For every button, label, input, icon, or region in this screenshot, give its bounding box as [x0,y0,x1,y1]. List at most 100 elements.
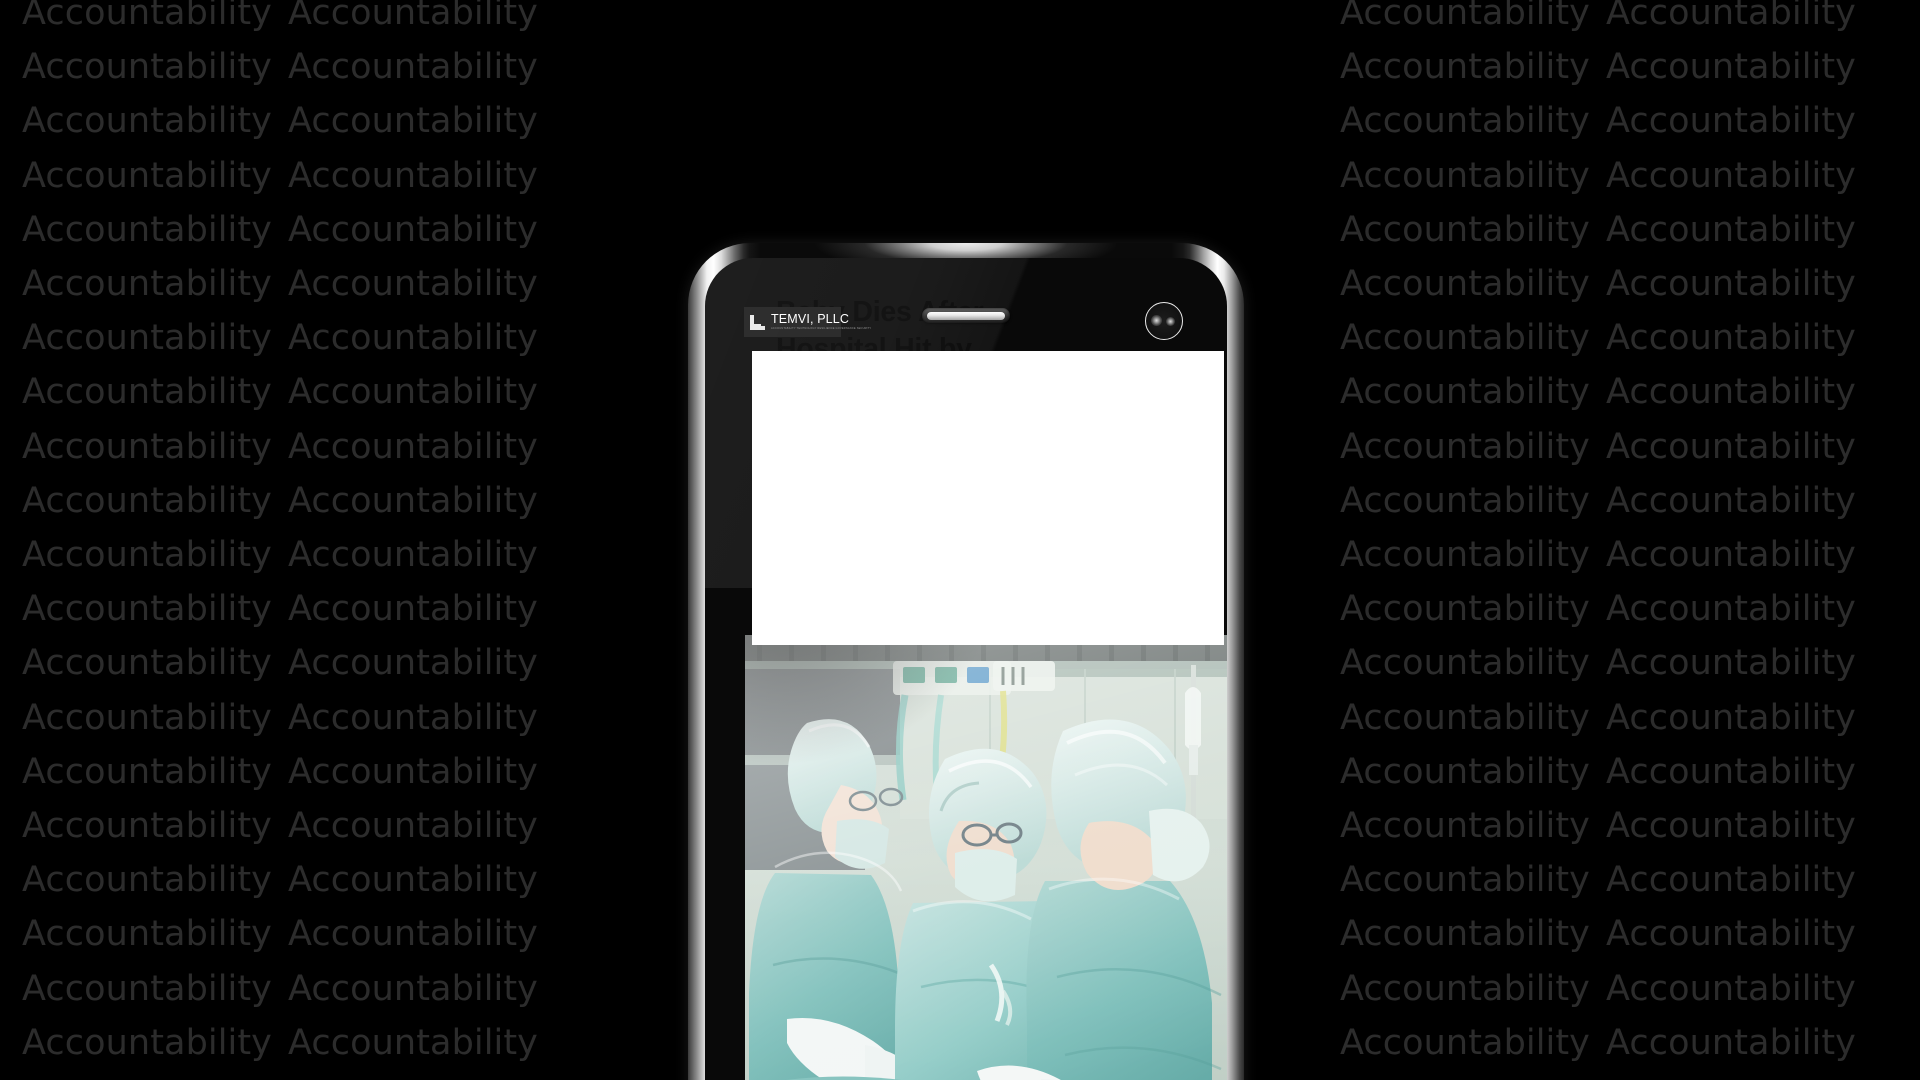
watermark-word: Accountability [288,480,538,521]
watermark-word: Accountability [1340,860,1590,901]
watermark-word: Accountability [22,155,272,196]
watermark-row: Accountability Accountability [1340,636,1872,690]
watermark-row: Accountability Accountability [22,691,554,745]
watermark-word: Accountability [288,264,538,305]
earpiece-speaker [922,308,1010,323]
phone-screen-glass: Baby Dies After Hospital Hit by Ransomwa… [705,258,1227,1080]
watermark-row: Accountability Accountability [22,962,554,1016]
watermark-row: Accountability Accountability [22,311,554,365]
watermark-word: Accountability [1606,426,1856,467]
watermark-word: Accountability [1606,0,1856,33]
watermark-word: Accountability [22,697,272,738]
watermark-row: Accountability Accountability [1340,420,1872,474]
watermark-row: Accountability Accountability [22,257,554,311]
watermark-word: Accountability [1606,372,1856,413]
watermark-word: Accountability [288,47,538,88]
watermark-word: Accountability [288,589,538,630]
watermark-word: Accountability [22,480,272,521]
watermark-row: Accountability Accountability [22,528,554,582]
temvi-logo-mark-icon [750,314,765,330]
watermark-word: Accountability [1340,47,1590,88]
watermark-row: Accountability Accountability [1340,203,1872,257]
watermark-word: Accountability [1606,480,1856,521]
watermark-word: Accountability [1340,101,1590,142]
watermark-row: Accountability Accountability [22,149,554,203]
watermark-word: Accountability [22,264,272,305]
watermark-word: Accountability [1340,643,1590,684]
watermark-word: Accountability [1340,589,1590,630]
watermark-column-left: Accountability Accountability Accountabili… [22,0,554,1070]
watermark-word: Accountability [1606,806,1856,847]
watermark-word: Accountability [288,318,538,359]
watermark-word: Accountability [1340,209,1590,250]
earpiece-speaker-inner [927,311,1005,320]
temvi-logo-text: TEMVI, PLLC ACCOUNTABILITY TECHNOLOGY RE… [771,313,871,331]
watermark-word: Accountability [288,209,538,250]
watermark-row: Accountability Accountability [1340,474,1872,528]
article-card [752,351,1224,645]
watermark-row: Accountability Accountability [22,582,554,636]
watermark-row: Accountability Accountability [22,94,554,148]
watermark-word: Accountability [1606,914,1856,955]
watermark-word: Accountability [22,535,272,576]
watermark-row: Accountability Accountability [1340,94,1872,148]
watermark-row: Accountability Accountability [1340,365,1872,419]
watermark-word: Accountability [1606,155,1856,196]
watermark-word: Accountability [288,968,538,1009]
watermark-word: Accountability [288,751,538,792]
watermark-word: Accountability [288,643,538,684]
watermark-word: Accountability [1606,318,1856,359]
watermark-row: Accountability Accountability [22,745,554,799]
watermark-word: Accountability [1340,318,1590,359]
watermark-word: Accountability [1606,47,1856,88]
watermark-word: Accountability [1606,751,1856,792]
watermark-row: Accountability Accountability [22,203,554,257]
watermark-row: Accountability Accountability [22,799,554,853]
watermark-word: Accountability [22,1022,272,1063]
hero-photo [745,635,1227,1080]
watermark-row: Accountability Accountability [1340,962,1872,1016]
watermark-word: Accountability [22,643,272,684]
watermark-word: Accountability [22,426,272,467]
watermark-word: Accountability [22,751,272,792]
watermark-row: Accountability Accountability [1340,528,1872,582]
watermark-row: Accountability Accountability [22,0,554,40]
watermark-word: Accountability [22,101,272,142]
watermark-row: Accountability Accountability [22,420,554,474]
watermark-word: Accountability [288,426,538,467]
watermark-word: Accountability [288,155,538,196]
watermark-row: Accountability Accountability [1340,40,1872,94]
watermark-row: Accountability Accountability [22,636,554,690]
watermark-row: Accountability Accountability [1340,257,1872,311]
watermark-row: Accountability Accountability [1340,311,1872,365]
watermark-row: Accountability Accountability [1340,1016,1872,1070]
watermark-word: Accountability [1340,535,1590,576]
watermark-word: Accountability [288,697,538,738]
watermark-word: Accountability [1340,426,1590,467]
watermark-word: Accountability [1606,209,1856,250]
watermark-row: Accountability Accountability [1340,853,1872,907]
watermark-word: Accountability [22,860,272,901]
watermark-row: Accountability Accountability [22,40,554,94]
watermark-word: Accountability [288,860,538,901]
watermark-word: Accountability [1340,914,1590,955]
watermark-word: Accountability [22,372,272,413]
watermark-word: Accountability [288,1022,538,1063]
watermark-row: Accountability Accountability [22,1016,554,1070]
watermark-word: Accountability [288,914,538,955]
watermark-row: Accountability Accountability [1340,691,1872,745]
watermark-row: Accountability Accountability [1340,149,1872,203]
watermark-word: Accountability [288,535,538,576]
screenshot-stage: Accountability Accountability Accountabili… [0,0,1920,1080]
watermark-row: Accountability Accountability [22,853,554,907]
watermark-word: Accountability [1340,0,1590,33]
watermark-column-right: Accountability Accountability Accountabili… [1340,0,1872,1070]
camera-highlight-a [1151,315,1162,326]
watermark-row: Accountability Accountability [1340,582,1872,636]
watermark-word: Accountability [22,318,272,359]
watermark-row: Accountability Accountability [1340,907,1872,961]
watermark-word: Accountability [1340,806,1590,847]
watermark-word: Accountability [1606,643,1856,684]
watermark-row: Accountability Accountability [1340,745,1872,799]
watermark-word: Accountability [1606,968,1856,1009]
